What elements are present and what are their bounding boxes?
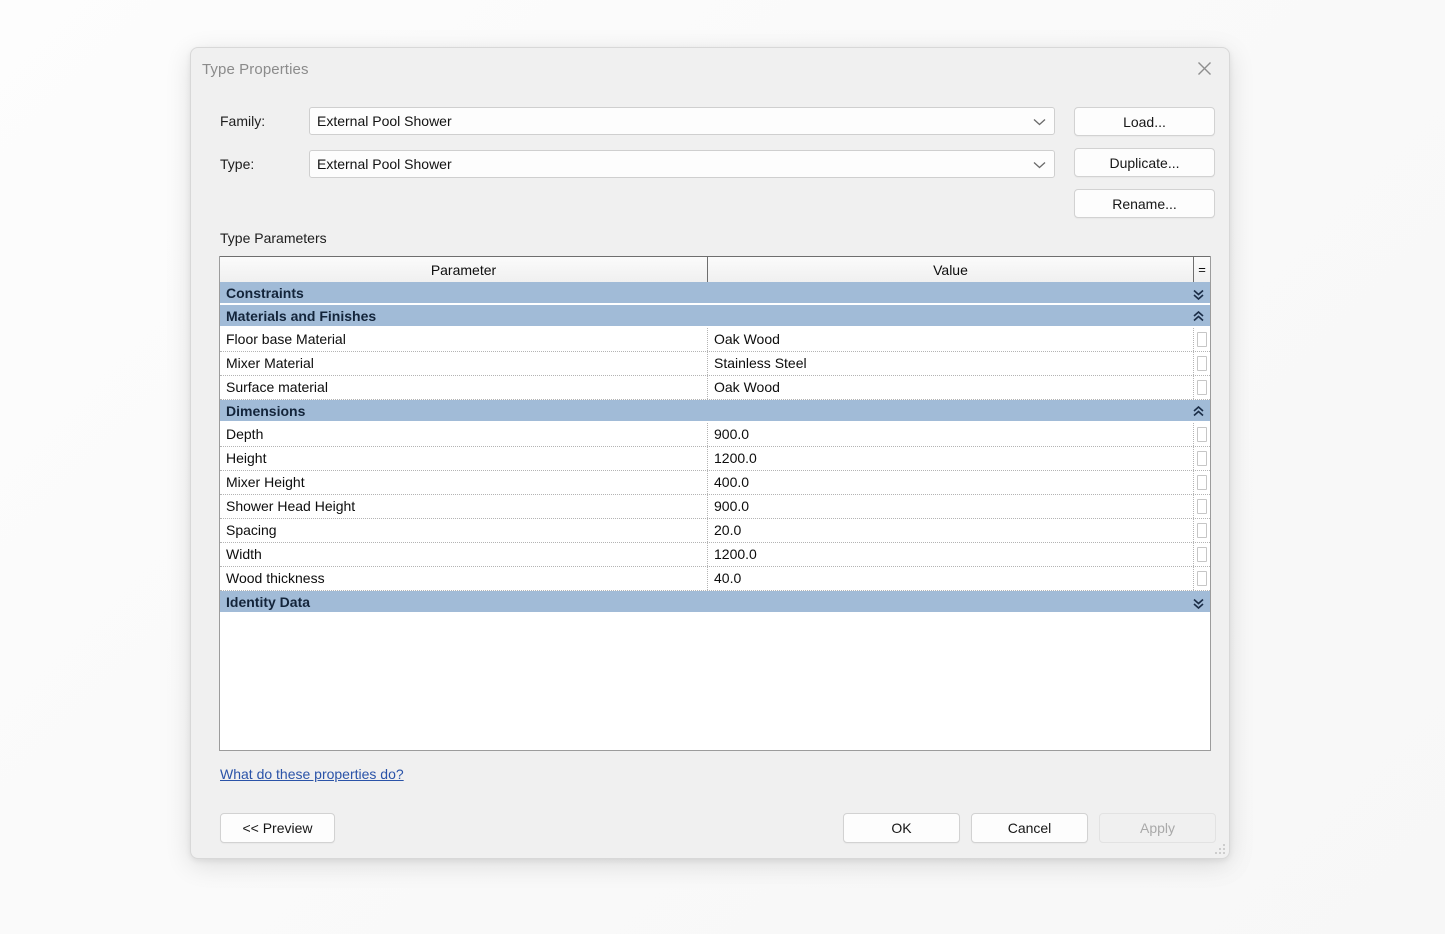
formula-lock-cell[interactable] [1194, 543, 1210, 566]
parameter-group-header[interactable]: Constraints [220, 282, 1210, 305]
formula-lock-cell[interactable] [1194, 328, 1210, 351]
parameter-group-name: Identity Data [226, 594, 311, 610]
parameter-group-name: Dimensions [226, 403, 306, 419]
column-header-formula[interactable]: = [1194, 257, 1210, 282]
type-combobox[interactable]: External Pool Shower [309, 150, 1055, 178]
parameter-name-cell[interactable]: Wood thickness [220, 567, 708, 590]
double-chevron-down-icon[interactable] [1193, 591, 1204, 614]
family-combobox[interactable]: External Pool Shower [309, 107, 1055, 135]
cancel-button[interactable]: Cancel [971, 813, 1088, 843]
resize-grip[interactable] [1213, 842, 1225, 854]
parameter-value-cell[interactable]: 400.0 [708, 471, 1194, 494]
table-header-row: Parameter Value = [220, 256, 1210, 282]
ok-button[interactable]: OK [843, 813, 960, 843]
parameter-value-cell[interactable]: 1200.0 [708, 543, 1194, 566]
formula-lock-cell[interactable] [1194, 447, 1210, 470]
dialog-title: Type Properties [202, 61, 309, 78]
table-row[interactable]: Mixer Height 400.0 [220, 471, 1210, 495]
double-chevron-up-icon[interactable] [1193, 305, 1204, 328]
screen-background: Type Properties Family: External Pool Sh… [0, 0, 1445, 934]
parameter-value-cell[interactable]: 40.0 [708, 567, 1194, 590]
apply-button: Apply [1099, 813, 1216, 843]
parameter-group-header[interactable]: Dimensions [220, 400, 1210, 423]
table-row[interactable]: Depth 900.0 [220, 423, 1210, 447]
formula-lock-cell[interactable] [1194, 495, 1210, 518]
parameter-name-cell[interactable]: Mixer Material [220, 352, 708, 375]
type-parameters-label: Type Parameters [220, 230, 327, 246]
table-row[interactable]: Height 1200.0 [220, 447, 1210, 471]
family-label: Family: [220, 113, 266, 129]
table-row[interactable]: Wood thickness 40.0 [220, 567, 1210, 591]
parameter-name-cell[interactable]: Spacing [220, 519, 708, 542]
parameter-name-cell[interactable]: Depth [220, 423, 708, 446]
parameter-value-cell[interactable]: 1200.0 [708, 447, 1194, 470]
formula-lock-cell[interactable] [1194, 423, 1210, 446]
load-button[interactable]: Load... [1074, 107, 1215, 136]
parameter-value-cell[interactable]: 20.0 [708, 519, 1194, 542]
type-label: Type: [220, 156, 255, 172]
formula-lock-cell[interactable] [1194, 376, 1210, 399]
parameter-group-header[interactable]: Materials and Finishes [220, 305, 1210, 328]
table-row[interactable]: Width 1200.0 [220, 543, 1210, 567]
formula-lock-cell[interactable] [1194, 567, 1210, 590]
help-link[interactable]: What do these properties do? [220, 766, 404, 782]
table-row[interactable]: Spacing 20.0 [220, 519, 1210, 543]
duplicate-button[interactable]: Duplicate... [1074, 148, 1215, 177]
dialog-titlebar: Type Properties [191, 48, 1229, 95]
parameter-name-cell[interactable]: Shower Head Height [220, 495, 708, 518]
parameter-group-name: Materials and Finishes [226, 308, 377, 324]
column-header-value[interactable]: Value [708, 257, 1194, 282]
family-value: External Pool Shower [317, 113, 452, 129]
formula-lock-cell[interactable] [1194, 519, 1210, 542]
parameter-name-cell[interactable]: Mixer Height [220, 471, 708, 494]
formula-lock-cell[interactable] [1194, 471, 1210, 494]
table-empty-area [220, 614, 1210, 750]
double-chevron-up-icon[interactable] [1193, 400, 1204, 423]
type-value: External Pool Shower [317, 156, 452, 172]
parameter-value-cell[interactable]: 900.0 [708, 423, 1194, 446]
parameter-value-cell[interactable]: 900.0 [708, 495, 1194, 518]
type-parameters-table: Parameter Value = Constraints Materials a… [219, 256, 1211, 751]
parameter-value-cell[interactable]: Oak Wood [708, 376, 1194, 399]
parameter-value-cell[interactable]: Stainless Steel [708, 352, 1194, 375]
table-body: Constraints Materials and Finishes Floor b… [220, 282, 1210, 750]
table-row[interactable]: Shower Head Height 900.0 [220, 495, 1210, 519]
parameter-value-cell[interactable]: Oak Wood [708, 328, 1194, 351]
column-header-parameter[interactable]: Parameter [220, 257, 708, 282]
parameter-group-header[interactable]: Identity Data [220, 591, 1210, 614]
table-row[interactable]: Floor base Material Oak Wood [220, 328, 1210, 352]
chevron-down-icon [1033, 108, 1046, 135]
chevron-down-icon [1033, 151, 1046, 178]
table-row[interactable]: Surface material Oak Wood [220, 376, 1210, 400]
table-row[interactable]: Mixer Material Stainless Steel [220, 352, 1210, 376]
parameter-name-cell[interactable]: Height [220, 447, 708, 470]
rename-button[interactable]: Rename... [1074, 189, 1215, 218]
parameter-name-cell[interactable]: Floor base Material [220, 328, 708, 351]
parameter-name-cell[interactable]: Surface material [220, 376, 708, 399]
preview-button[interactable]: << Preview [220, 813, 335, 843]
parameter-group-name: Constraints [226, 285, 304, 301]
type-properties-dialog: Type Properties Family: External Pool Sh… [190, 47, 1230, 859]
parameter-name-cell[interactable]: Width [220, 543, 708, 566]
close-icon[interactable] [1185, 52, 1223, 85]
formula-lock-cell[interactable] [1194, 352, 1210, 375]
double-chevron-down-icon[interactable] [1193, 282, 1204, 305]
